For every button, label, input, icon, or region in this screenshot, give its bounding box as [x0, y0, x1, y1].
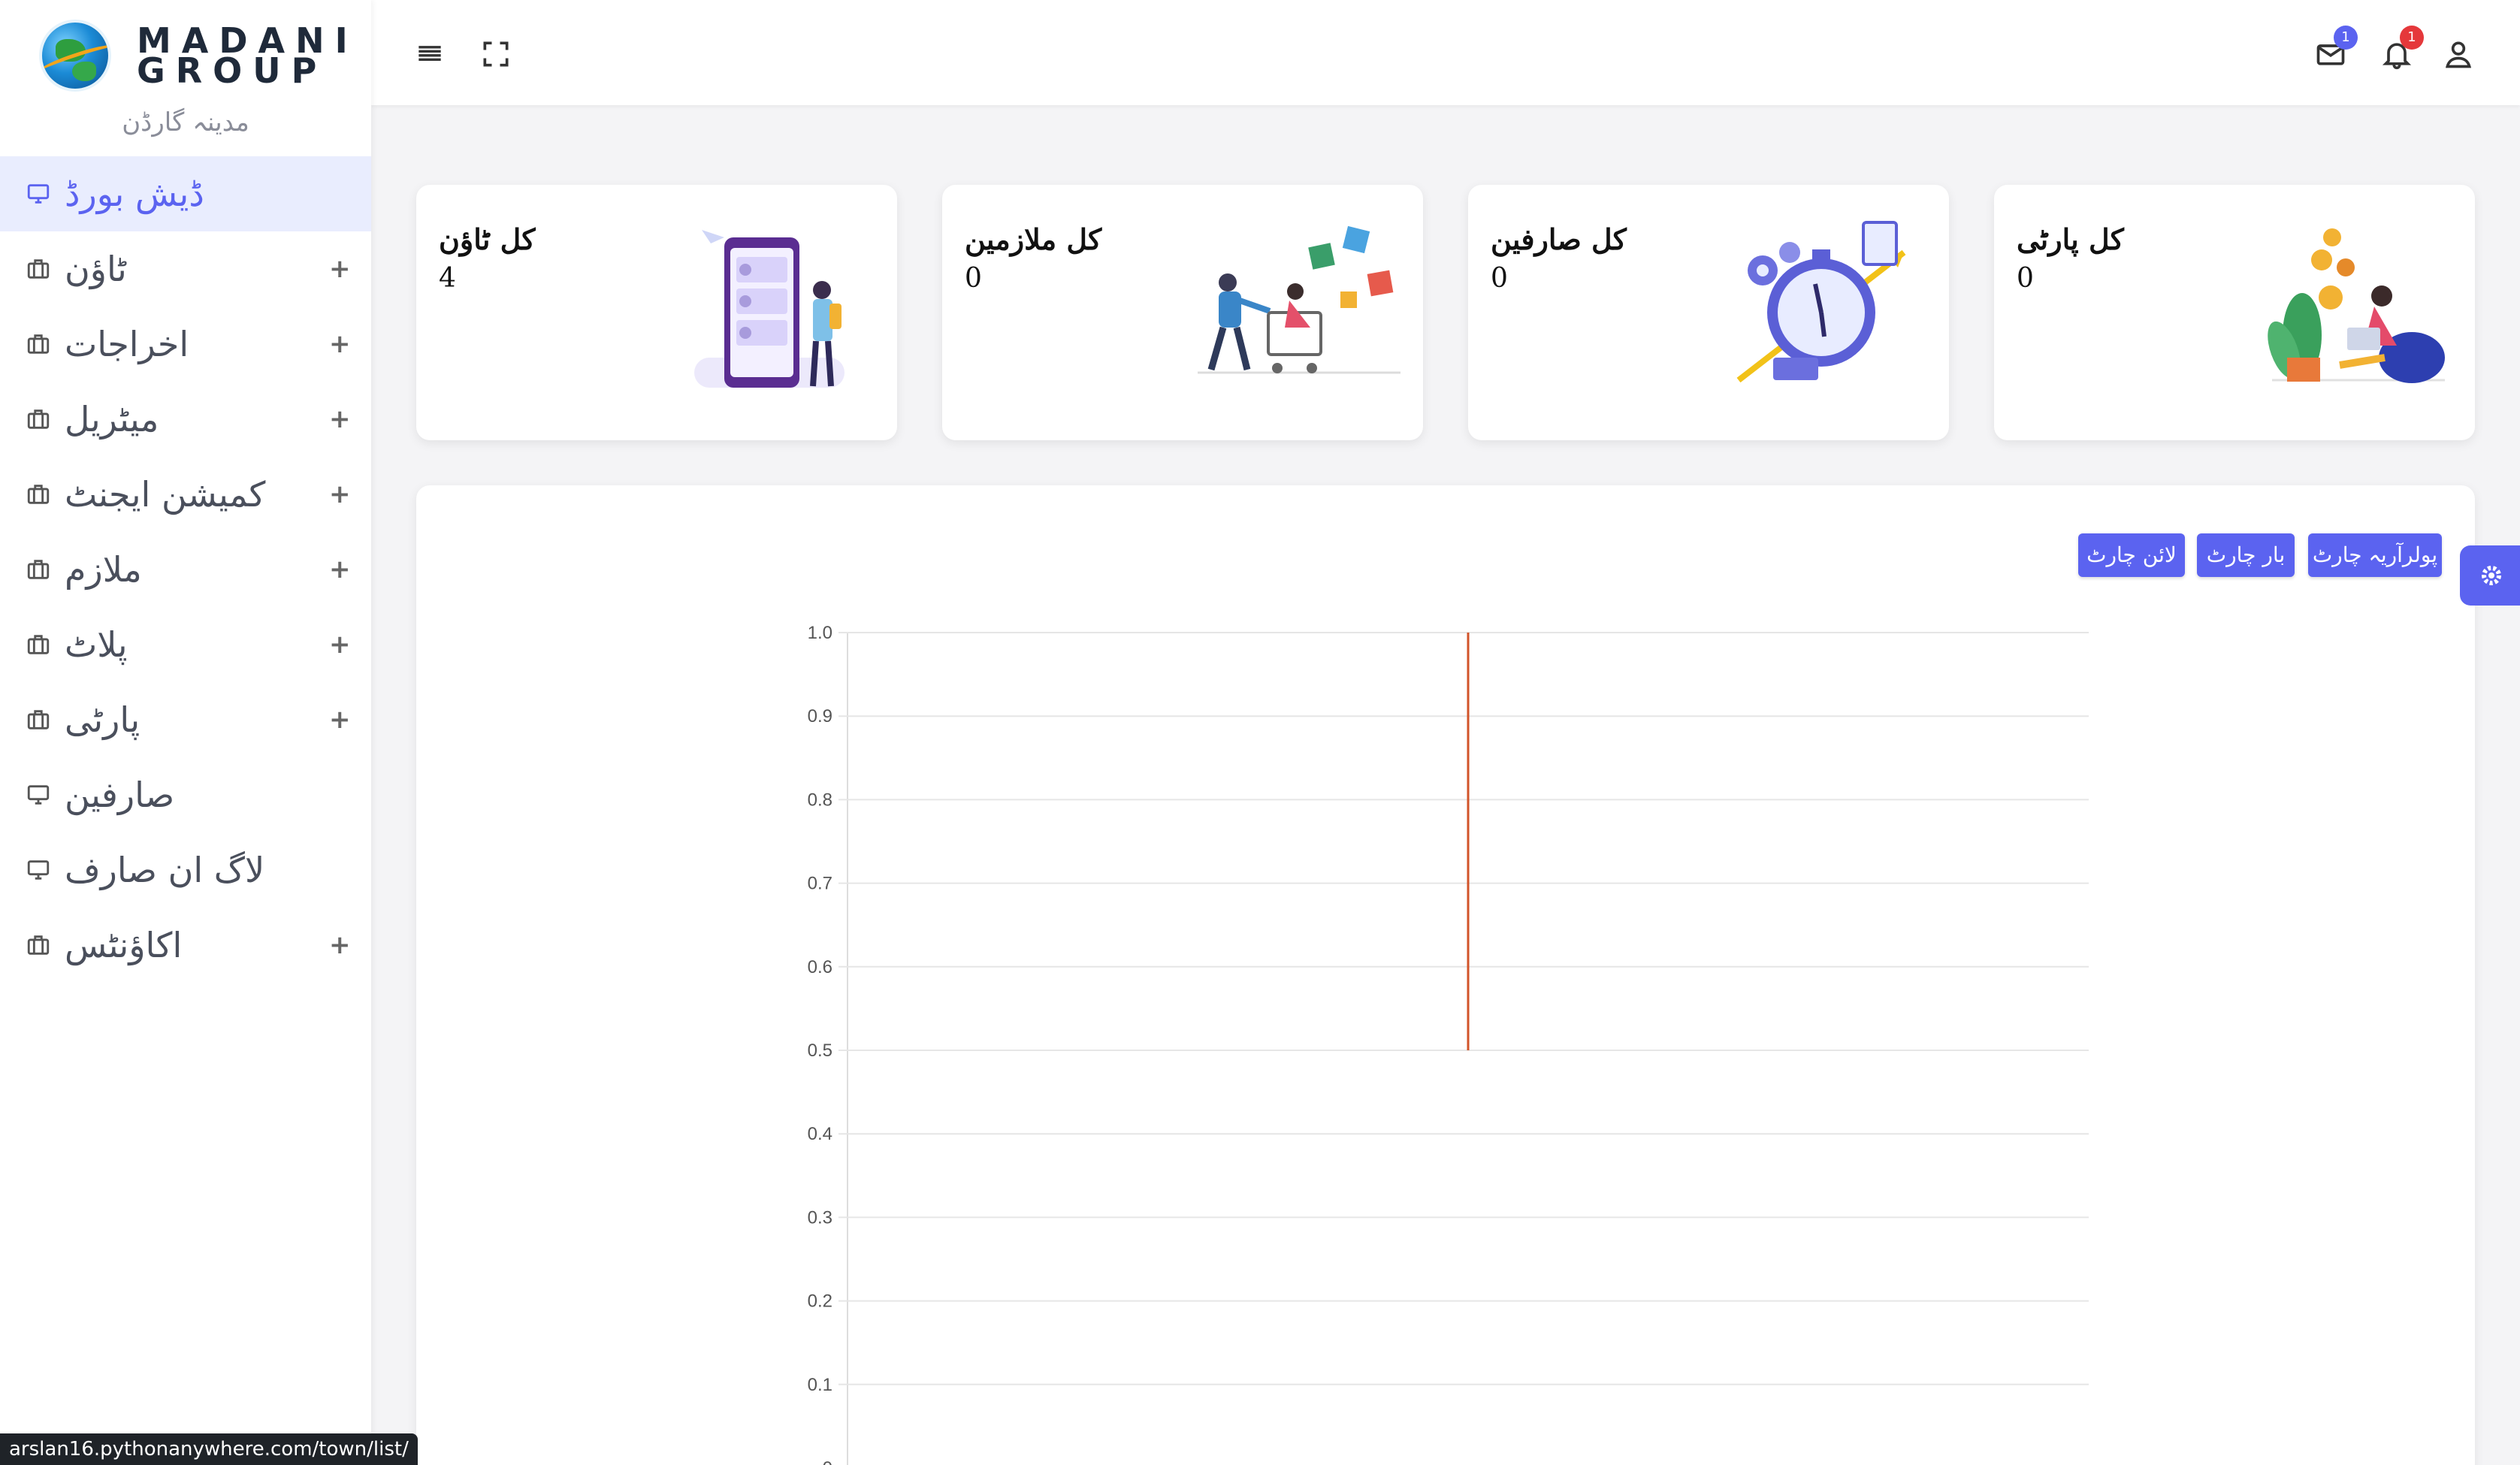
sidebar-item-label: اخراجات: [65, 324, 189, 364]
briefcase-icon: [27, 259, 50, 279]
card-title: کل پارٹی: [2017, 222, 2124, 256]
mail-badge: 1: [2334, 26, 2358, 50]
topbar: 1 1: [371, 0, 2520, 105]
expand-plus-icon[interactable]: +: [329, 329, 351, 359]
sidebar-item-dashboard[interactable]: ڈیش بورڈ: [0, 156, 371, 231]
sidebar-item-employee[interactable]: ملازم +: [0, 532, 371, 607]
stat-card-employees[interactable]: کل ملازمین 0: [942, 185, 1423, 440]
y-tick-label: 1.0: [808, 623, 832, 643]
mobile-app-illustration-icon: [694, 230, 845, 388]
sidebar-item-label: اکاؤنٹس: [65, 925, 183, 965]
notification-badge: 1: [2400, 26, 2424, 50]
briefcase-icon: [27, 485, 50, 504]
brand-subtitle: مدینہ گارڈن: [122, 107, 249, 137]
sidebar-item-label: ڈیش بورڈ: [65, 174, 204, 214]
brand-name: MADANI GROUP: [137, 20, 358, 91]
sidebar-item-label: کمیشن ایجنٹ: [65, 474, 266, 515]
monitor-icon: [27, 785, 50, 805]
monitor-icon: [27, 860, 50, 880]
y-tick-label: 0.3: [808, 1207, 832, 1228]
stat-card-towns[interactable]: کل ٹاؤن 4: [416, 185, 897, 440]
sidebar-item-label: میٹریل: [65, 399, 159, 440]
expand-plus-icon[interactable]: +: [329, 479, 351, 509]
y-tick-label: 0.1: [808, 1375, 832, 1395]
sidebar-item-label: ٹاؤن: [65, 249, 127, 289]
sidebar-item-label: لاگ ان صارف: [65, 850, 265, 890]
notifications-button[interactable]: 1: [2380, 26, 2424, 71]
expand-plus-icon[interactable]: +: [329, 630, 351, 660]
stat-card-users[interactable]: کل صارفین 0: [1468, 185, 1949, 440]
brand-logo[interactable]: MADANI GROUP: [39, 20, 358, 92]
coins-plant-illustration-icon: [2268, 228, 2445, 383]
stat-card-party[interactable]: کل پارٹی 0: [1994, 185, 2475, 440]
sidebar-item-commission-agent[interactable]: کمیشن ایجنٹ +: [0, 457, 371, 532]
status-url: arslan16.pythonanywhere.com/town/list/: [0, 1433, 418, 1465]
sidebar-item-plot[interactable]: پلاٹ +: [0, 607, 371, 682]
sidebar-item-label: ملازم: [65, 549, 142, 590]
expand-plus-icon[interactable]: +: [329, 554, 351, 584]
sidebar-item-users[interactable]: صارفین: [0, 757, 371, 832]
sidebar-item-party[interactable]: پارٹی +: [0, 682, 371, 757]
y-tick-label: 0.9: [808, 706, 832, 726]
expand-plus-icon[interactable]: +: [329, 254, 351, 284]
card-title: کل صارفین: [1491, 222, 1627, 256]
sidebar-item-label: پارٹی: [65, 699, 141, 740]
briefcase-icon: [27, 409, 50, 429]
sidebar-item-expenses[interactable]: اخراجات +: [0, 307, 371, 382]
sidebar-item-town[interactable]: ٹاؤن +: [0, 231, 371, 307]
card-value: 0: [1491, 263, 1508, 294]
sidebar: MADANI GROUP مدینہ گارڈن ڈیش بورڈ ٹاؤن +…: [0, 0, 371, 1465]
card-title: کل ملازمین: [965, 222, 1102, 256]
card-value: 0: [2017, 263, 2034, 294]
settings-tab[interactable]: [2460, 545, 2520, 606]
line-chart: 0 0.1 0.2 0.3 0.4 0.5 0.6 0.7 0.8 0.9 1.0: [808, 623, 2089, 1465]
sidebar-item-label: پلاٹ: [65, 624, 128, 665]
sidebar-item-label: صارفین: [65, 775, 175, 815]
briefcase-icon: [27, 710, 50, 729]
y-tick-label: 0: [823, 1458, 832, 1465]
gear-icon: [2482, 566, 2501, 585]
card-value: 0: [965, 263, 982, 294]
hamburger-icon[interactable]: [413, 38, 446, 71]
y-tick-label: 0.5: [808, 1041, 832, 1061]
expand-plus-icon[interactable]: +: [329, 930, 351, 960]
y-tick-label: 0.2: [808, 1291, 832, 1312]
y-tick-label: 0.6: [808, 957, 832, 977]
briefcase-icon: [27, 560, 50, 579]
globe-logo-icon: [39, 20, 111, 92]
briefcase-icon: [27, 635, 50, 654]
sidebar-nav: ڈیش بورڈ ٹاؤن + اخراجات + میٹریل + کمیشن…: [0, 156, 371, 983]
mail-button[interactable]: 1: [2314, 26, 2358, 71]
sidebar-item-login-user[interactable]: لاگ ان صارف: [0, 832, 371, 908]
card-value: 4: [439, 263, 456, 294]
fullscreen-icon[interactable]: [479, 38, 512, 71]
briefcase-icon: [27, 935, 50, 955]
y-tick-label: 0.8: [808, 790, 832, 810]
y-tick-label: 0.7: [808, 874, 832, 894]
card-title: کل ٹاؤن: [439, 222, 536, 256]
y-tick-label: 0.4: [808, 1124, 832, 1144]
expand-plus-icon[interactable]: +: [329, 705, 351, 735]
stopwatch-illustration-icon: [1736, 221, 1906, 383]
briefcase-icon: [27, 334, 50, 354]
shopping-cart-illustration-icon: [1198, 225, 1401, 374]
expand-plus-icon[interactable]: +: [329, 404, 351, 434]
sidebar-item-accounts[interactable]: اکاؤنٹس +: [0, 908, 371, 983]
monitor-icon: [27, 184, 50, 204]
chart-panel: لائن چارٹ بار چارٹ پولرآریہ چارٹ 00.10.2…: [416, 485, 2475, 1465]
user-icon[interactable]: [2442, 38, 2475, 71]
sidebar-item-material[interactable]: میٹریل +: [0, 382, 371, 457]
